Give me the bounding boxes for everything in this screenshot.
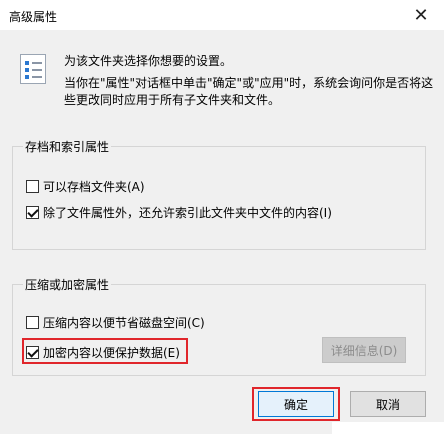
close-icon: ✕ (413, 4, 429, 26)
properties-list-icon (20, 54, 46, 84)
window-title: 高级属性 (9, 10, 58, 24)
archive-index-group: 存档和索引属性 (12, 138, 426, 250)
archive-checkbox[interactable] (26, 180, 39, 193)
checkbox-label: 除了文件属性外，还允许索引此文件夹中文件的内容(I) (43, 206, 332, 220)
group-title: 压缩或加密属性 (23, 276, 112, 293)
description-line-2: 当你在"属性"对话框中单击"确定"或"应用"时，系统会询问你是否将这些更改同时应… (64, 76, 434, 107)
checkbox-label: 可以存档文件夹(A) (43, 180, 145, 194)
archive-checkbox-row[interactable]: 可以存档文件夹(A) (26, 178, 145, 195)
encrypt-highlight-box (22, 338, 188, 364)
compress-checkbox-row[interactable]: 压缩内容以便节省磁盘空间(C) (26, 314, 205, 331)
ok-button[interactable]: 确定 (258, 391, 334, 417)
bottom-edge (332, 422, 444, 434)
description-line-1: 为该文件夹选择你想要的设置。 (64, 54, 233, 68)
group-title: 存档和索引属性 (23, 138, 112, 155)
details-button[interactable]: 详细信息(D) (322, 337, 406, 363)
cancel-button[interactable]: 取消 (350, 391, 426, 417)
compress-checkbox[interactable] (26, 316, 39, 329)
checkbox-label: 压缩内容以便节省磁盘空间(C) (43, 316, 205, 330)
index-checkbox[interactable] (26, 206, 39, 219)
close-button[interactable]: ✕ (398, 0, 444, 30)
index-checkbox-row[interactable]: 除了文件属性外，还允许索引此文件夹中文件的内容(I) (26, 204, 332, 221)
title-bar: 高级属性 ✕ (0, 0, 444, 30)
